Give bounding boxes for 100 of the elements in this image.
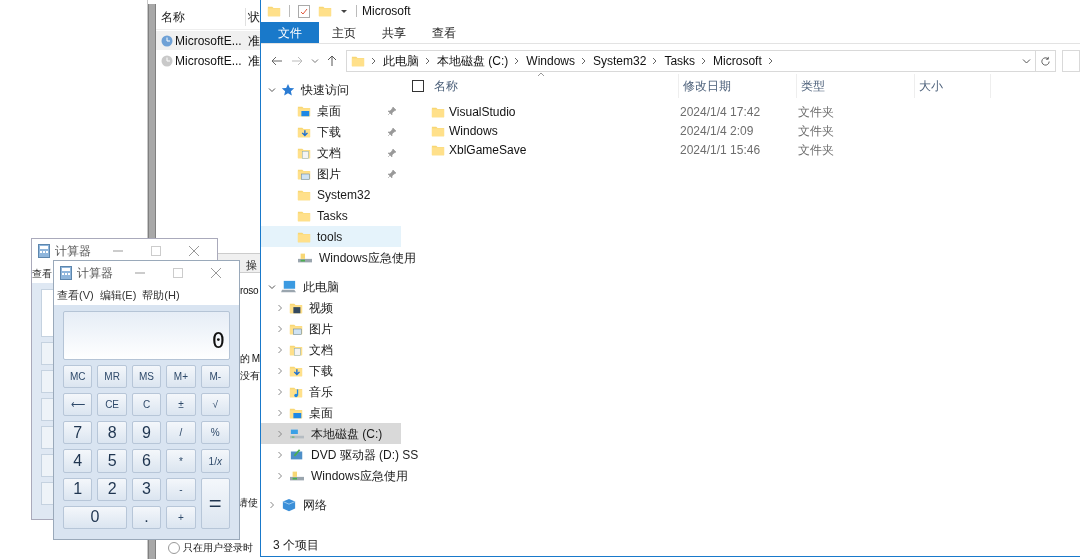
breadcrumb-separator-icon[interactable] — [701, 57, 708, 65]
calculator-key[interactable]: * — [166, 449, 196, 473]
calculator-key[interactable]: 9 — [131, 421, 162, 445]
column-header[interactable]: 大小 — [915, 74, 991, 98]
nav-item[interactable]: Tasks — [261, 205, 401, 226]
calculator-key[interactable]: 6 — [131, 449, 162, 473]
nav-item[interactable]: 文档 — [261, 142, 401, 163]
column-header[interactable]: 修改日期 — [679, 74, 797, 98]
collapse-chevron-icon[interactable] — [276, 429, 284, 438]
chevron-down-icon[interactable] — [1022, 57, 1031, 65]
nav-item[interactable]: 此电脑 — [261, 276, 401, 297]
task-row[interactable]: MicrosoftE... 准 — [156, 51, 260, 70]
calculator-key[interactable]: 2 — [97, 477, 127, 501]
maximize-icon[interactable] — [151, 246, 161, 256]
menu-item[interactable]: 编辑(E) — [99, 286, 137, 304]
ribbon-tab[interactable]: 共享 — [369, 22, 419, 43]
collapse-chevron-icon[interactable] — [276, 366, 284, 375]
collapse-chevron-icon[interactable] — [276, 303, 284, 312]
search-field[interactable] — [1062, 50, 1080, 72]
nav-item[interactable]: Windows应急使用 — [261, 247, 424, 268]
calculator-key[interactable]: / — [166, 421, 196, 445]
calculator-key[interactable]: 4 — [63, 449, 93, 473]
calculator-key[interactable]: 8 — [97, 421, 127, 445]
calculator-key[interactable]: ± — [166, 393, 196, 417]
calculator-key[interactable] — [41, 426, 53, 449]
menu-item[interactable]: 查看 — [32, 265, 52, 281]
calculator-key[interactable] — [41, 398, 53, 421]
nav-item[interactable]: 音乐 — [261, 381, 401, 402]
nav-item[interactable]: Windows应急使用 — [261, 465, 416, 486]
breadcrumb-separator-icon[interactable] — [652, 57, 659, 65]
breadcrumb-item[interactable]: Windows — [526, 52, 575, 70]
calculator-key[interactable] — [41, 370, 53, 393]
nav-item[interactable]: 桌面 — [261, 402, 401, 423]
breadcrumb-separator-icon[interactable] — [581, 57, 587, 65]
breadcrumb-item[interactable]: Microsoft — [713, 52, 762, 70]
column-header[interactable]: 名称 — [434, 74, 679, 98]
ribbon-tab[interactable]: 查看 — [419, 22, 469, 43]
breadcrumb-separator-icon[interactable] — [514, 57, 521, 65]
breadcrumb-separator-icon[interactable] — [425, 57, 431, 65]
menu-item[interactable]: 帮助(H) — [142, 286, 180, 304]
calculator-key[interactable]: % — [200, 421, 230, 445]
address-bar[interactable]: 此电脑 本地磁盘 (C:) Windows System32 Tasks Microsoft — [346, 50, 1036, 72]
calculator-key[interactable] — [41, 454, 53, 477]
breadcrumb-item[interactable]: Tasks — [664, 52, 696, 70]
expand-chevron-icon[interactable] — [268, 85, 276, 94]
calculator-key[interactable]: M+ — [166, 365, 196, 389]
close-icon[interactable] — [211, 268, 221, 278]
properties-icon[interactable] — [298, 4, 310, 18]
calculator-key[interactable]: 3 — [131, 477, 162, 501]
forward-arrow-icon[interactable] — [291, 56, 303, 66]
calculator-key[interactable]: 5 — [97, 449, 127, 473]
calculator-key[interactable] — [41, 342, 53, 365]
collapse-chevron-icon[interactable] — [276, 324, 284, 333]
calculator-key[interactable]: C — [131, 393, 162, 417]
calculator-key[interactable]: = — [200, 477, 230, 529]
calculator-key[interactable]: M- — [200, 365, 230, 389]
select-all-checkbox[interactable] — [412, 80, 424, 92]
collapse-chevron-icon[interactable] — [268, 500, 276, 509]
file-row[interactable]: VisualStudio 2024/1/4 17:42 文件夹 — [411, 102, 1080, 121]
calculator-key[interactable]: CE — [97, 393, 127, 417]
nav-item[interactable]: 图片 — [261, 318, 401, 339]
nav-item[interactable]: 快速访问 — [261, 79, 401, 100]
expand-chevron-icon[interactable] — [268, 282, 276, 291]
task-row[interactable]: MicrosoftE... 准 — [156, 31, 260, 50]
calculator-key[interactable]: 0 — [63, 505, 127, 529]
nav-item[interactable]: 图片 — [261, 163, 401, 184]
nav-item[interactable]: System32 — [261, 184, 401, 205]
calculator-key[interactable]: + — [166, 505, 196, 529]
dropdown-icon[interactable] — [340, 7, 348, 15]
nav-item[interactable]: 网络 — [261, 494, 401, 515]
collapse-chevron-icon[interactable] — [276, 345, 284, 354]
close-icon[interactable] — [189, 246, 199, 256]
radio-label[interactable]: 只在用户登录时 — [183, 541, 253, 554]
breadcrumb-separator-icon[interactable] — [371, 57, 377, 65]
menu-item[interactable]: 查看(V) — [57, 286, 94, 304]
calculator-key[interactable]: MS — [131, 365, 162, 389]
nav-item[interactable]: 视频 — [261, 297, 401, 318]
ribbon-tab[interactable]: 主页 — [319, 22, 369, 43]
up-arrow-icon[interactable] — [327, 55, 337, 67]
column-header[interactable]: 名称 — [156, 7, 246, 26]
ribbon-tab[interactable]: 文件 — [261, 22, 319, 43]
chevron-down-icon[interactable] — [311, 57, 319, 65]
file-row[interactable]: Windows 2024/1/4 2:09 文件夹 — [411, 121, 1080, 140]
breadcrumb-separator-icon[interactable] — [767, 57, 774, 65]
column-header[interactable]: 状 — [246, 7, 260, 26]
tab[interactable]: 操 — [246, 257, 257, 274]
nav-item[interactable]: 下载 — [261, 121, 401, 142]
maximize-icon[interactable] — [173, 268, 183, 278]
collapse-chevron-icon[interactable] — [276, 471, 284, 480]
nav-item[interactable]: 本地磁盘 (C:) — [261, 423, 401, 444]
collapse-chevron-icon[interactable] — [276, 408, 284, 417]
nav-item[interactable]: 下载 — [261, 360, 401, 381]
breadcrumb-item[interactable]: 此电脑 — [383, 52, 419, 70]
breadcrumb-item[interactable]: 本地磁盘 (C:) — [437, 52, 509, 70]
back-arrow-icon[interactable] — [271, 56, 283, 66]
calculator-key[interactable]: 1 — [63, 477, 93, 501]
nav-item[interactable]: DVD 驱动器 (D:) SS — [261, 444, 427, 465]
calculator-key[interactable]: MC — [63, 365, 93, 389]
calculator-key[interactable]: 7 — [63, 421, 93, 445]
calculator-key[interactable] — [41, 482, 53, 505]
